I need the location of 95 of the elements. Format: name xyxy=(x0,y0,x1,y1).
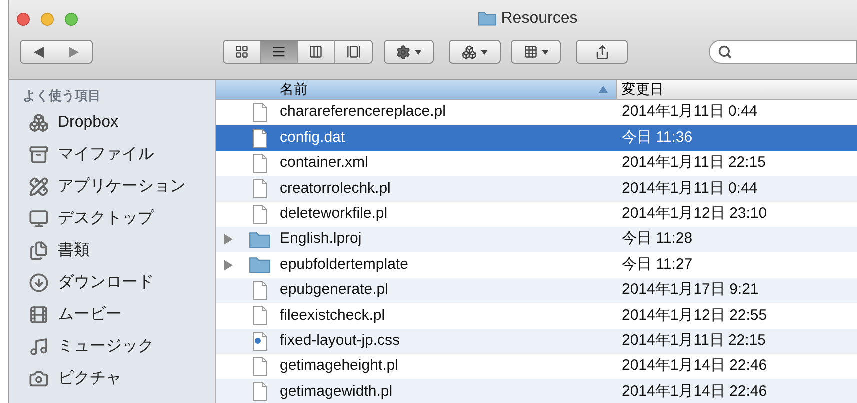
file-name: English.lproj xyxy=(280,229,362,250)
document-icon xyxy=(253,204,267,224)
file-name: fileexistcheck.pl xyxy=(280,306,386,326)
view-mode-button[interactable] xyxy=(335,41,372,63)
date-modified: 2014年1月14日 22:46 xyxy=(621,382,768,402)
sort-arrow-icon xyxy=(599,86,608,93)
file-name: deleteworkfile.pl xyxy=(280,204,388,224)
columns-icon xyxy=(309,45,323,59)
file-row[interactable]: charareferencereplace.pl 2014年1月11日 0:44 xyxy=(216,100,857,126)
disclosure-triangle-icon xyxy=(224,260,232,271)
music-note-icon xyxy=(29,337,49,357)
file-row[interactable]: English.lproj 今日 11:28 xyxy=(216,226,857,252)
download-icon xyxy=(29,273,49,293)
grid-icon xyxy=(235,45,249,59)
file-name: epubgenerate.pl xyxy=(280,280,388,300)
view-mode-button[interactable] xyxy=(298,41,335,63)
file-row[interactable]: epubgenerate.pl 2014年1月17日 9:21 xyxy=(216,278,857,304)
sidebar-item[interactable]: マイファイル xyxy=(23,139,215,171)
arrange-menu-button[interactable] xyxy=(511,40,561,64)
file-name: container.xml xyxy=(280,153,368,174)
share-button[interactable] xyxy=(576,40,628,64)
dropbox-menu-button[interactable] xyxy=(449,40,501,64)
tray-icon xyxy=(29,145,49,165)
sidebar-item[interactable]: ムービー xyxy=(23,299,215,331)
file-row[interactable]: deleteworkfile.pl 2014年1月12日 23:10 xyxy=(216,202,857,227)
document-icon xyxy=(253,154,267,173)
document-icon xyxy=(253,280,267,300)
list-icon xyxy=(272,45,286,59)
file-row[interactable]: creatorrolechk.pl 2014年1月11日 0:44 xyxy=(216,176,857,202)
sidebar-heading: よく使う項目 xyxy=(23,87,102,106)
date-modified: 2014年1月12日 22:55 xyxy=(621,306,768,326)
monitor-icon xyxy=(29,209,49,229)
boxes-icon xyxy=(29,113,49,133)
view-mode-button[interactable] xyxy=(224,41,261,63)
date-modified: 2014年1月11日 22:15 xyxy=(621,330,766,351)
back-icon xyxy=(34,46,44,58)
sidebar-item[interactable]: ダウンロード xyxy=(23,267,215,299)
pencil-ruler-icon xyxy=(29,177,49,197)
document-icon xyxy=(253,103,267,122)
share-icon xyxy=(594,44,610,60)
file-row[interactable]: fixed-layout-jp.css 2014年1月11日 22:15 xyxy=(216,328,857,354)
file-name: fixed-layout-jp.css xyxy=(280,330,400,351)
action-menu-button[interactable] xyxy=(384,40,434,64)
folder-icon xyxy=(478,11,498,27)
file-name: getimageheight.pl xyxy=(280,356,398,376)
date-modified: 2014年1月14日 22:46 xyxy=(621,356,768,376)
file-name: config.dat xyxy=(280,128,346,148)
sidebar-item[interactable]: ミュージック xyxy=(23,331,215,363)
sidebar-item[interactable]: Dropbox xyxy=(23,107,215,139)
search-icon xyxy=(718,45,732,59)
file-row[interactable]: getimagewidth.pl 2014年1月14日 22:46 xyxy=(216,379,857,403)
close-button[interactable] xyxy=(17,13,30,26)
column-header[interactable]: 変更日 xyxy=(617,80,857,99)
date-modified: 2014年1月11日 0:44 xyxy=(621,102,758,122)
date-modified: 2014年1月17日 9:21 xyxy=(621,280,759,300)
date-modified: 2014年1月12日 23:10 xyxy=(621,204,768,224)
file-name: epubfoldertemplate xyxy=(280,254,408,275)
stylesheet-file-icon xyxy=(253,332,267,351)
file-name: creatorrolechk.pl xyxy=(280,178,391,199)
date-modified: 2014年1月11日 0:44 xyxy=(621,178,758,199)
caret-icon xyxy=(415,50,422,54)
sidebar-item[interactable]: ピクチャ xyxy=(23,363,215,395)
document-icon xyxy=(253,357,267,376)
caret-icon xyxy=(481,50,488,54)
document-icon xyxy=(253,179,267,198)
back-forward-control[interactable] xyxy=(20,40,93,64)
gear-icon xyxy=(396,44,411,60)
sidebar-item[interactable]: アプリケーション xyxy=(23,171,215,203)
folder-icon xyxy=(249,256,271,274)
document-icon xyxy=(253,382,267,402)
file-row[interactable]: config.dat 今日 11:36 xyxy=(216,125,857,151)
grid-icon xyxy=(524,45,538,59)
sidebar-item[interactable]: 書類 xyxy=(23,235,215,267)
camera-icon xyxy=(29,369,49,389)
document-icon xyxy=(253,128,267,148)
date-modified: 今日 11:36 xyxy=(621,128,693,148)
date-modified: 今日 11:27 xyxy=(621,254,693,275)
file-name: getimagewidth.pl xyxy=(280,382,393,402)
date-modified: 2014年1月11日 22:15 xyxy=(621,153,766,174)
folder-icon xyxy=(249,230,271,248)
gallery-icon xyxy=(346,45,360,59)
view-mode-button[interactable] xyxy=(261,41,298,63)
window-title: Resources xyxy=(501,9,578,29)
boxes-icon xyxy=(462,44,477,60)
disclosure-triangle-icon xyxy=(224,234,232,246)
caret-icon xyxy=(542,50,548,54)
documents-icon xyxy=(29,241,49,261)
document-icon xyxy=(253,306,267,326)
file-name: charareferencereplace.pl xyxy=(280,102,446,122)
search-field[interactable] xyxy=(709,40,857,64)
forward-icon xyxy=(69,46,80,58)
date-modified: 今日 11:28 xyxy=(621,229,693,250)
film-icon xyxy=(29,305,49,325)
sidebar-item[interactable]: デスクトップ xyxy=(23,203,215,235)
column-header[interactable]: 名前 xyxy=(216,80,617,99)
